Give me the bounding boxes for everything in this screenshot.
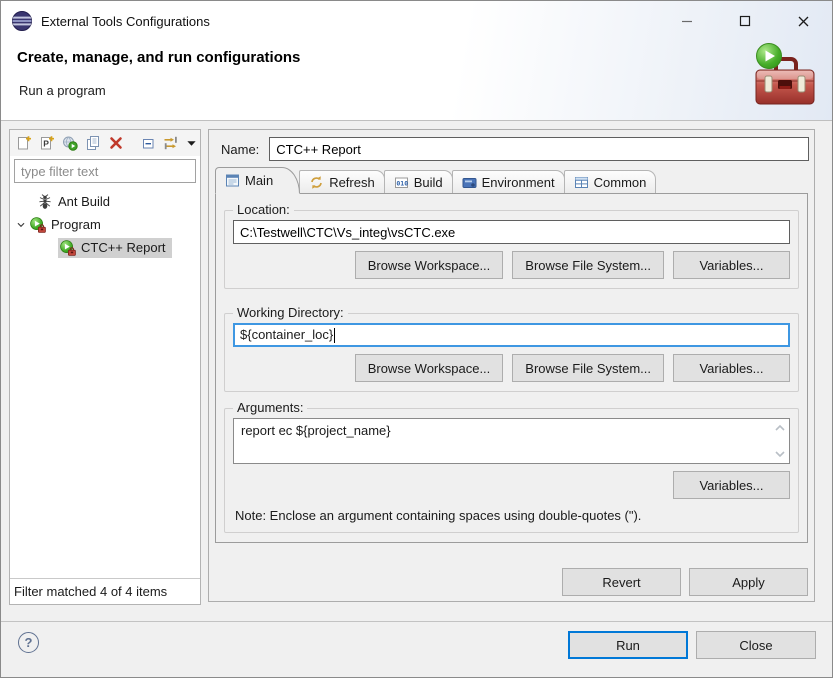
window-controls bbox=[658, 1, 832, 41]
browse-workspace-button[interactable]: Browse Workspace... bbox=[355, 251, 504, 279]
svg-text:010: 010 bbox=[396, 179, 408, 187]
close-icon bbox=[797, 15, 810, 28]
page-title: Create, manage, and run configurations bbox=[17, 49, 300, 66]
binary-icon: 010 bbox=[394, 175, 409, 190]
tab-common[interactable]: Common bbox=[564, 170, 657, 194]
close-dialog-button[interactable]: Close bbox=[696, 631, 816, 659]
text-caret bbox=[334, 328, 335, 343]
configurations-sidebar: P bbox=[9, 129, 201, 605]
location-label: Location: bbox=[233, 202, 294, 217]
main-tab-content: Location: Browse Workspace... Browse Fil… bbox=[215, 193, 808, 543]
eclipse-logo-icon bbox=[11, 10, 33, 32]
delete-icon[interactable] bbox=[108, 135, 124, 152]
table-icon bbox=[574, 175, 589, 190]
working-directory-label: Working Directory: bbox=[233, 305, 348, 320]
variables-button[interactable]: Variables... bbox=[673, 471, 790, 499]
tab-build[interactable]: 010 Build bbox=[384, 170, 453, 194]
browse-workspace-button[interactable]: Browse Workspace... bbox=[355, 354, 504, 382]
tab-refresh[interactable]: Refresh bbox=[299, 170, 385, 194]
page-subtitle: Run a program bbox=[19, 83, 106, 98]
arguments-value: report ec ${project_name} bbox=[241, 423, 391, 438]
duplicate-icon[interactable] bbox=[85, 135, 101, 152]
form-icon bbox=[225, 173, 240, 188]
tab-environment[interactable]: Environment bbox=[452, 170, 565, 194]
location-input[interactable] bbox=[233, 220, 790, 244]
help-icon[interactable]: ? bbox=[18, 632, 39, 653]
revert-button[interactable]: Revert bbox=[562, 568, 681, 596]
arguments-group: Arguments: report ec ${project_name} Var… bbox=[224, 408, 799, 533]
run-toolbox-icon bbox=[60, 240, 76, 256]
tab-main[interactable]: Main bbox=[215, 167, 300, 194]
scroll-up-icon[interactable] bbox=[774, 424, 786, 432]
filter-icon[interactable] bbox=[163, 135, 179, 152]
arguments-buttons: Variables... bbox=[233, 471, 790, 499]
ant-icon bbox=[37, 194, 53, 210]
name-row: Name: bbox=[221, 137, 809, 161]
close-button[interactable] bbox=[774, 1, 832, 41]
tree-item-ant-build[interactable]: Ant Build bbox=[10, 190, 200, 213]
menu-dropdown-icon[interactable] bbox=[186, 135, 197, 152]
name-input[interactable] bbox=[269, 137, 809, 161]
svg-text:P: P bbox=[43, 139, 49, 149]
scroll-down-icon[interactable] bbox=[774, 450, 786, 458]
refresh-icon bbox=[309, 175, 324, 190]
footer-separator bbox=[1, 621, 832, 622]
filter-input[interactable] bbox=[14, 159, 196, 183]
tree-item-program[interactable]: Program bbox=[10, 213, 200, 236]
export-configuration-icon[interactable] bbox=[62, 135, 78, 152]
filter-status: Filter matched 4 of 4 items bbox=[10, 578, 200, 604]
variables-button[interactable]: Variables... bbox=[673, 251, 790, 279]
arguments-label: Arguments: bbox=[233, 400, 307, 415]
tree-item-label: Program bbox=[51, 217, 101, 232]
run-toolbox-icon bbox=[754, 43, 816, 107]
titlebar: External Tools Configurations bbox=[1, 1, 832, 41]
working-directory-group: Working Directory: ${container_loc} Brow… bbox=[224, 313, 799, 392]
external-tools-dialog: External Tools Configurations Create, ma… bbox=[0, 0, 833, 678]
filter-box bbox=[14, 159, 196, 183]
tab-label: Build bbox=[414, 175, 443, 190]
browse-filesystem-button[interactable]: Browse File System... bbox=[512, 354, 664, 382]
tab-bar: Main Refresh 010 bbox=[215, 167, 808, 194]
tree-item-label: Ant Build bbox=[58, 194, 110, 209]
minimize-icon bbox=[681, 15, 693, 27]
arguments-note: Note: Enclose an argument containing spa… bbox=[235, 508, 790, 523]
new-prototype-icon[interactable]: P bbox=[39, 135, 55, 152]
environment-icon bbox=[462, 175, 477, 190]
apply-actions: Revert Apply bbox=[209, 568, 808, 596]
tab-label: Main bbox=[245, 173, 273, 188]
working-directory-buttons: Browse Workspace... Browse File System..… bbox=[233, 354, 790, 382]
tab-label: Refresh bbox=[329, 175, 375, 190]
window-title: External Tools Configurations bbox=[41, 14, 210, 29]
collapse-all-icon[interactable] bbox=[140, 135, 156, 152]
minimize-button[interactable] bbox=[658, 1, 716, 41]
tab-label: Environment bbox=[482, 175, 555, 190]
name-label: Name: bbox=[221, 142, 259, 157]
location-group: Location: Browse Workspace... Browse Fil… bbox=[224, 210, 799, 289]
working-directory-input[interactable]: ${container_loc} bbox=[233, 323, 790, 347]
textarea-scrollbar[interactable] bbox=[772, 421, 787, 461]
variables-button[interactable]: Variables... bbox=[673, 354, 790, 382]
location-buttons: Browse Workspace... Browse File System..… bbox=[233, 251, 790, 279]
configuration-panel: Name: Main bbox=[208, 129, 815, 602]
tree-selection: CTC++ Report bbox=[58, 238, 172, 258]
maximize-button[interactable] bbox=[716, 1, 774, 41]
new-configuration-icon[interactable] bbox=[16, 135, 32, 152]
run-button[interactable]: Run bbox=[568, 631, 688, 659]
browse-filesystem-button[interactable]: Browse File System... bbox=[512, 251, 664, 279]
configurations-tree: Ant Build bbox=[10, 185, 200, 578]
maximize-icon bbox=[739, 15, 751, 27]
working-directory-value: ${container_loc} bbox=[240, 325, 333, 345]
chevron-expanded-icon[interactable] bbox=[14, 218, 28, 232]
tree-item-ctc-report[interactable]: CTC++ Report bbox=[10, 236, 200, 259]
tab-label: Common bbox=[594, 175, 647, 190]
tree-item-label: CTC++ Report bbox=[81, 240, 166, 255]
run-toolbox-icon bbox=[30, 217, 46, 233]
arguments-textarea[interactable]: report ec ${project_name} bbox=[233, 418, 790, 464]
apply-button[interactable]: Apply bbox=[689, 568, 808, 596]
sidebar-toolbar: P bbox=[10, 130, 200, 156]
header-band: External Tools Configurations Create, ma… bbox=[1, 1, 832, 121]
